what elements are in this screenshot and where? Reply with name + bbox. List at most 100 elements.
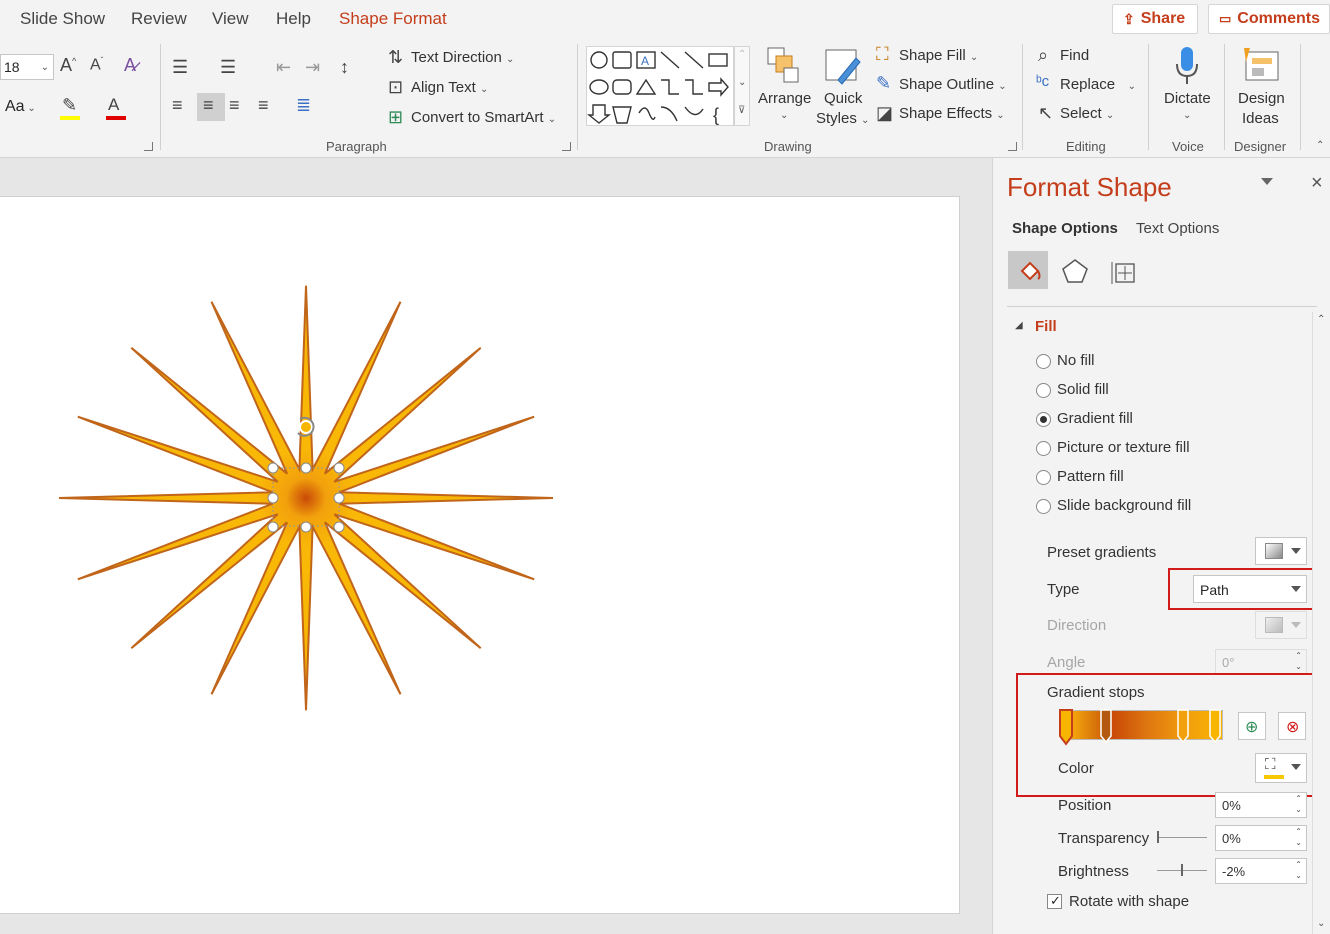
line-spacing-icon[interactable]: ↕ [340, 58, 349, 76]
chevron-down-icon: ⌄ [738, 77, 747, 88]
font-size-combo[interactable]: 18 ⌄ [0, 54, 54, 80]
paragraph-dialog-launcher[interactable] [562, 142, 571, 151]
star-polygon[interactable] [58, 285, 554, 711]
select-button[interactable]: Select ⌄ [1060, 105, 1114, 122]
fill-option-radio[interactable] [1036, 354, 1051, 369]
arrange-button[interactable]: Arrange ⌄ [756, 42, 814, 132]
align-left-icon[interactable]: ≡ [172, 96, 183, 114]
fill-line-tab[interactable] [1008, 251, 1048, 289]
preset-gradients-dropdown[interactable] [1255, 537, 1307, 565]
tab-slide-show[interactable]: Slide Show [20, 9, 105, 29]
shrink-font-icon[interactable]: Aˇ [90, 57, 103, 73]
fill-option-radio[interactable] [1036, 499, 1051, 514]
numbering-icon[interactable]: ☰ [220, 58, 236, 76]
direction-dropdown[interactable] [1255, 611, 1307, 639]
resize-handle[interactable] [267, 462, 279, 474]
shapes-gallery-scroll[interactable]: ⌃ ⌄ ⊽ [734, 46, 750, 126]
text-direction-button[interactable]: Text Direction ⌄ [411, 49, 514, 66]
pentagon-effects-icon[interactable] [1061, 258, 1089, 284]
fill-option-label[interactable]: No fill [1057, 352, 1095, 369]
justify-icon[interactable]: ≡ [258, 96, 269, 114]
align-text-icon: ⊡ [388, 77, 404, 97]
tab-shape-options[interactable]: Shape Options [1012, 220, 1118, 237]
chevron-up-icon[interactable]: ⌃ [1317, 314, 1325, 325]
resize-handle[interactable] [333, 521, 345, 533]
tab-text-options[interactable]: Text Options [1136, 220, 1219, 237]
replace-button[interactable]: Replace ⌄ [1060, 76, 1136, 93]
smartart-icon: ⊞ [388, 107, 404, 127]
resize-handle[interactable] [300, 462, 312, 474]
tab-review[interactable]: Review [131, 9, 187, 29]
arrange-icon [767, 47, 799, 83]
resize-handle[interactable] [300, 521, 312, 533]
transparency-slider-thumb[interactable] [1157, 831, 1159, 843]
pane-options-dropdown-icon[interactable] [1261, 178, 1273, 185]
sun-star-shape[interactable] [58, 285, 554, 711]
position-spinner[interactable]: 0% ⌃ ⌄ [1215, 792, 1307, 818]
resize-handle[interactable] [333, 492, 345, 504]
chevron-down-icon: ⌄ [780, 110, 789, 121]
paint-bucket-icon: ⛶ [876, 44, 889, 64]
grow-font-icon[interactable]: A^ [60, 56, 76, 74]
share-button[interactable]: ⇪ Share [1112, 4, 1198, 34]
resize-handle[interactable] [267, 492, 279, 504]
change-case-button[interactable]: Aa ⌄ [5, 98, 36, 116]
fill-option-label[interactable]: Pattern fill [1057, 468, 1124, 485]
convert-smartart-button[interactable]: Convert to SmartArt ⌄ [411, 109, 556, 126]
transparency-slider[interactable] [1157, 837, 1207, 838]
close-icon[interactable]: × [1311, 172, 1323, 195]
shape-effects-button[interactable]: Shape Effects ⌄ [899, 105, 1005, 122]
direction-preview-swatch [1265, 617, 1283, 633]
highlight-color-button[interactable]: ✎ [58, 96, 84, 120]
angle-spinner[interactable]: 0° ⌃ ⌄ [1215, 649, 1307, 675]
resize-handle[interactable] [333, 462, 345, 474]
collapse-ribbon-icon[interactable]: ⌃ [1316, 140, 1324, 151]
fill-option-label[interactable]: Solid fill [1057, 381, 1109, 398]
comment-icon: ▭ [1219, 11, 1232, 26]
columns-icon[interactable]: ≣ [296, 96, 311, 114]
drawing-dialog-launcher[interactable] [1008, 142, 1017, 151]
shapes-gallery[interactable]: A { [586, 46, 734, 126]
dictate-button[interactable]: Dictate ⌄ [1156, 42, 1218, 134]
comments-button[interactable]: ▭ Comments [1208, 4, 1330, 34]
fill-option-label[interactable]: Picture or texture fill [1057, 439, 1190, 456]
brightness-slider-thumb[interactable] [1181, 864, 1183, 876]
fill-option-label[interactable]: Gradient fill [1057, 410, 1133, 427]
rotate-with-shape-checkbox[interactable]: ✓ [1047, 893, 1062, 909]
decrease-indent-icon[interactable]: ⇤ [276, 58, 291, 76]
increase-indent-icon[interactable]: ⇥ [305, 58, 320, 76]
align-center-icon: ≡ [203, 95, 214, 115]
quick-styles-button[interactable]: Quick Styles ⌄ [816, 42, 870, 132]
fill-option-radio[interactable] [1036, 470, 1051, 485]
size-properties-icon[interactable] [1110, 258, 1138, 286]
chevron-down-icon[interactable]: ⌄ [1317, 918, 1325, 929]
slide-canvas[interactable] [0, 196, 960, 914]
tab-view[interactable]: View [212, 9, 249, 29]
brightness-spinner[interactable]: -2% ⌃ ⌄ [1215, 858, 1307, 884]
fill-option-radio[interactable] [1036, 383, 1051, 398]
align-text-button[interactable]: Align Text ⌄ [411, 79, 488, 96]
align-right-icon[interactable]: ≡ [229, 96, 240, 114]
design-ideas-button[interactable]: Design Ideas [1232, 42, 1292, 134]
collapse-triangle-icon[interactable]: ◢ [1015, 320, 1023, 331]
fill-option-radio[interactable] [1036, 441, 1051, 456]
transparency-spinner[interactable]: 0% ⌃ ⌄ [1215, 825, 1307, 851]
shape-fill-button[interactable]: Shape Fill ⌄ [899, 47, 978, 64]
fill-section-header[interactable]: Fill [1035, 318, 1057, 335]
brightness-label: Brightness [1058, 863, 1129, 880]
pane-scrollbar[interactable]: ⌃ ⌄ [1312, 312, 1330, 934]
fill-option-label[interactable]: Slide background fill [1057, 497, 1191, 514]
clear-format-icon[interactable]: A̷ [124, 56, 136, 74]
bullets-icon[interactable]: ☰ [172, 58, 188, 76]
align-center-button[interactable]: ≡ [197, 93, 225, 121]
position-value: 0% [1222, 798, 1241, 813]
tab-shape-format[interactable]: Shape Format [339, 9, 447, 29]
resize-handle[interactable] [267, 521, 279, 533]
rotate-handle-icon[interactable] [299, 420, 313, 434]
find-button[interactable]: Find [1060, 47, 1089, 64]
font-dialog-launcher[interactable] [144, 142, 153, 151]
tab-help[interactable]: Help [276, 9, 311, 29]
fill-option-radio[interactable] [1036, 412, 1051, 427]
shape-outline-button[interactable]: Shape Outline ⌄ [899, 76, 1007, 93]
font-color-button[interactable]: A [104, 96, 130, 120]
